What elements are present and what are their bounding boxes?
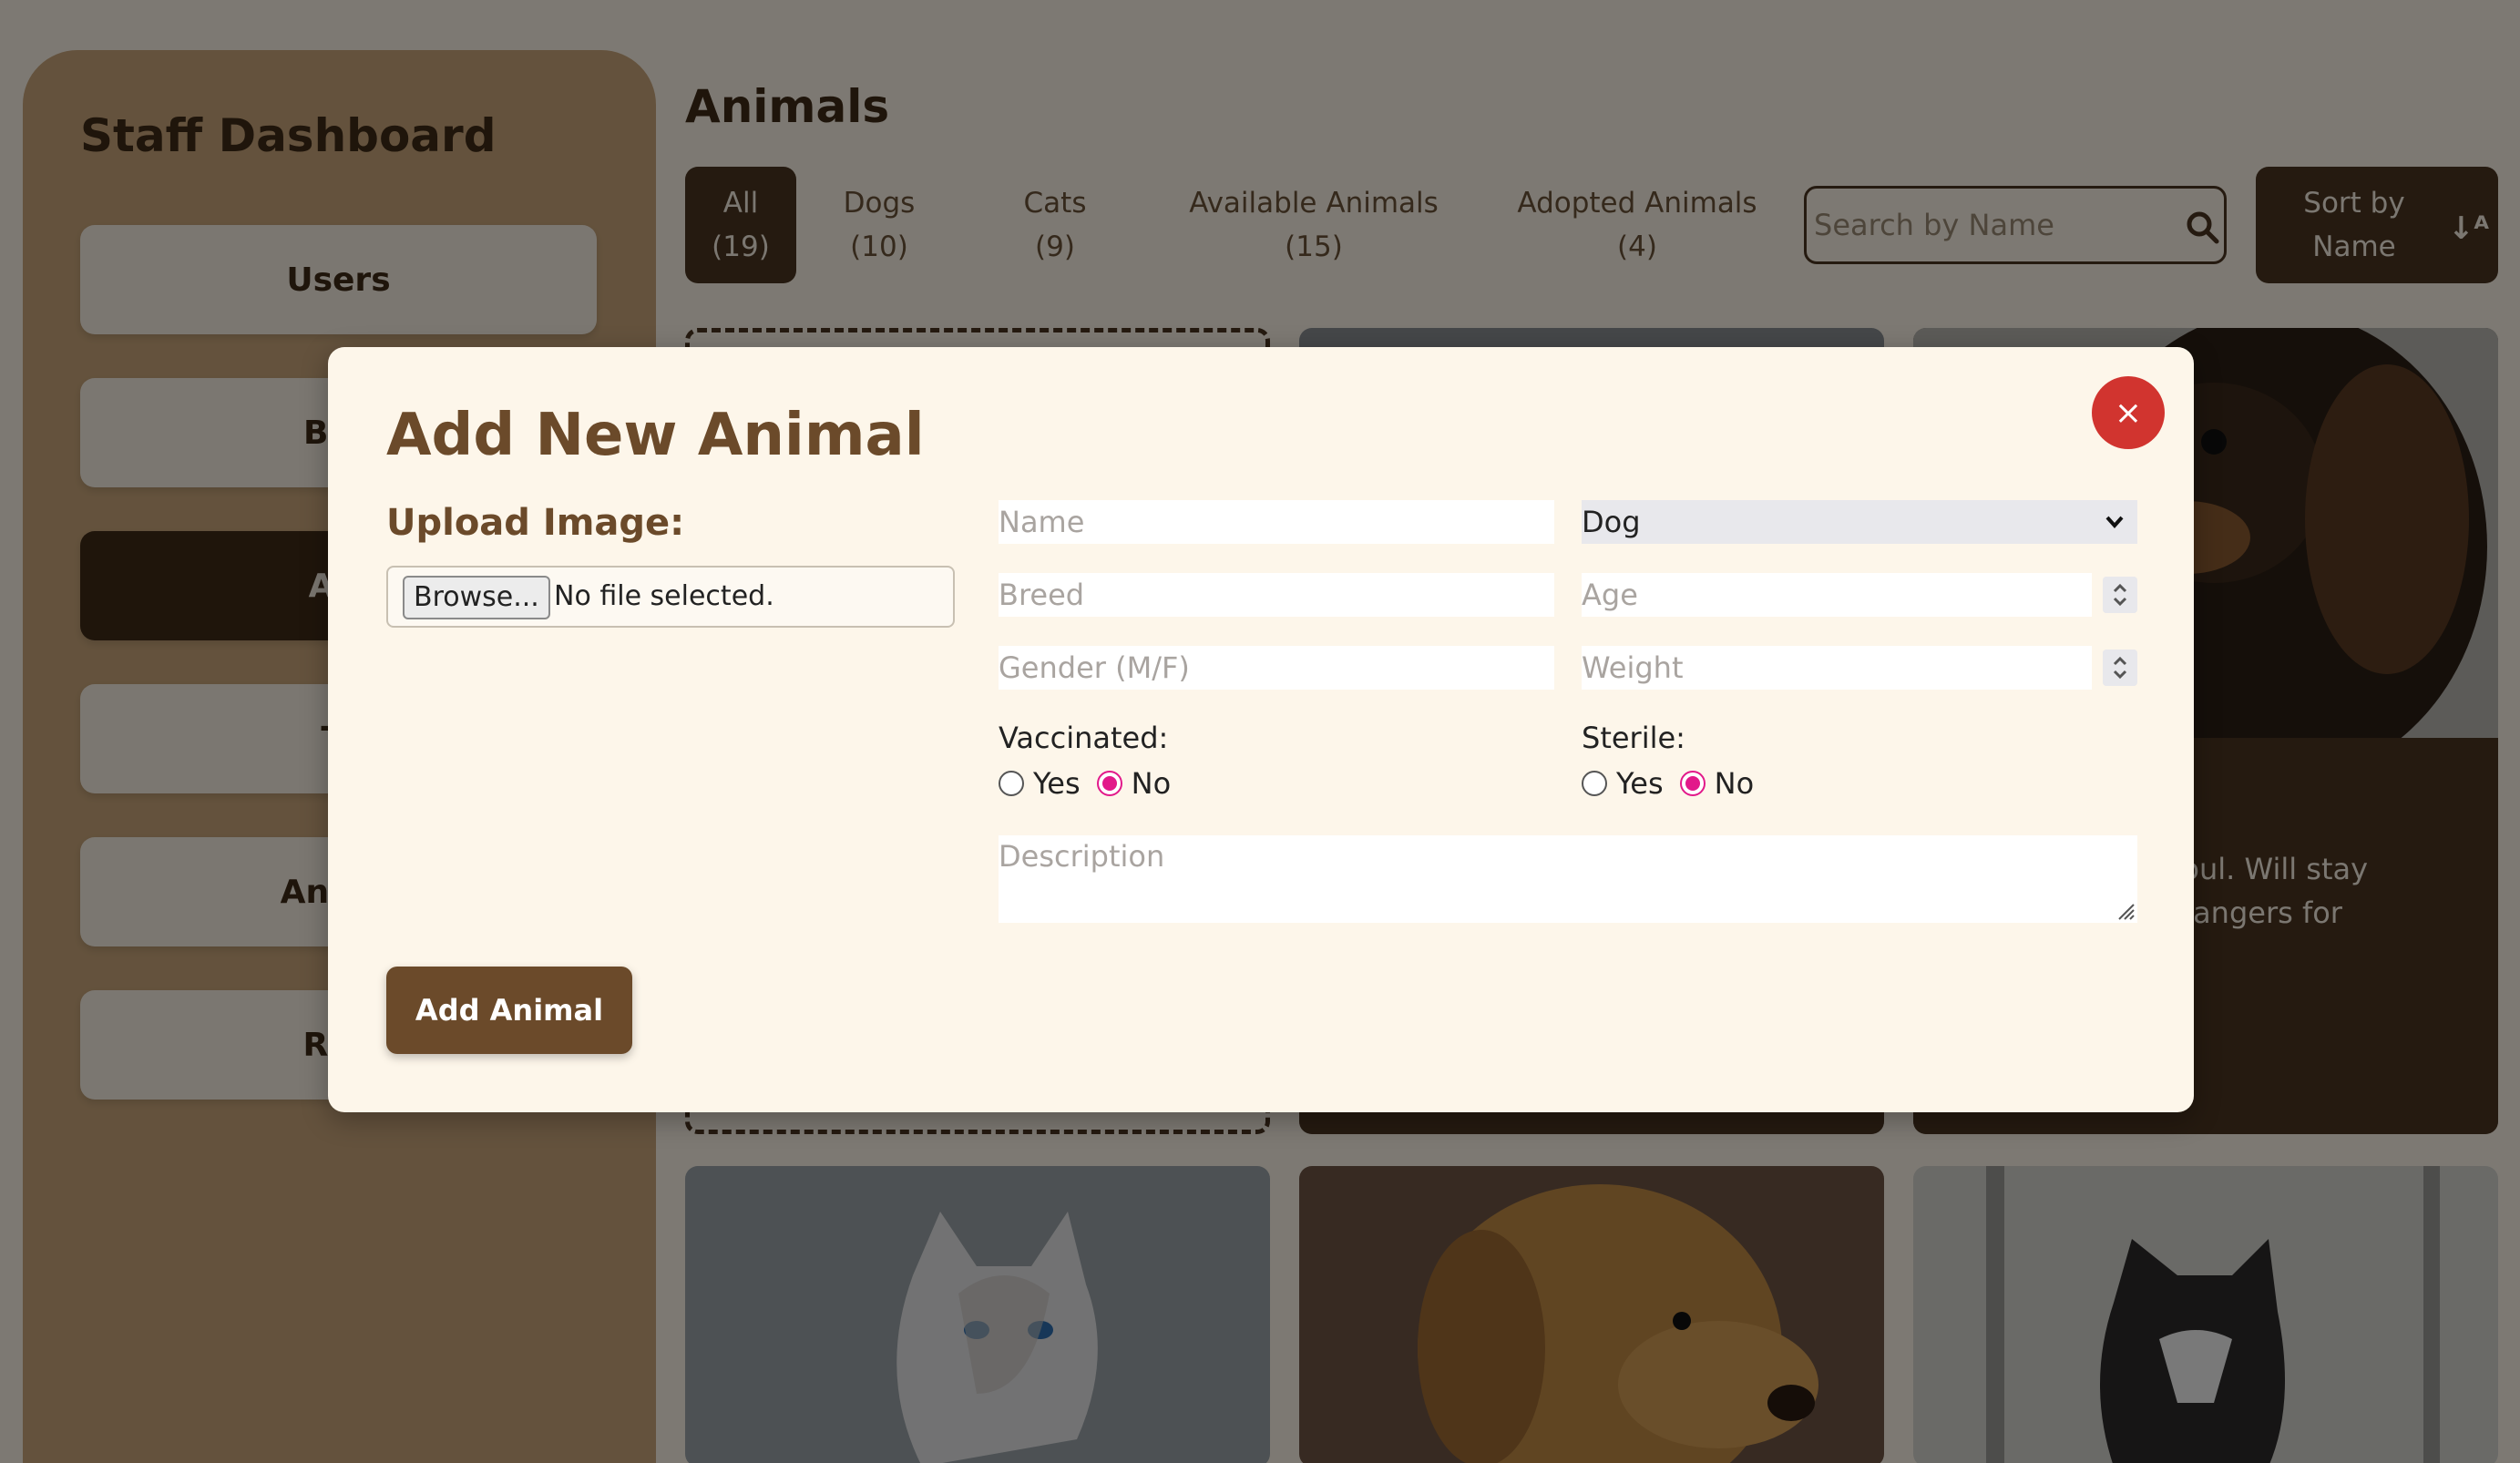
chevron-down-icon — [2105, 516, 2124, 529]
radio-label: No — [1131, 766, 1172, 801]
close-icon: × — [2114, 394, 2143, 432]
sterile-label: Sterile: — [1582, 721, 1685, 755]
add-animal-modal: Add New Animal × Upload Image: Browse...… — [328, 347, 2194, 1112]
weight-field[interactable] — [1582, 646, 2092, 690]
vaccinated-no-option[interactable]: No — [1096, 766, 1172, 801]
upload-image-label: Upload Image: — [386, 502, 685, 544]
vaccinated-label: Vaccinated: — [999, 721, 1169, 755]
radio-label: Yes — [1033, 766, 1081, 801]
breed-field[interactable] — [999, 573, 1554, 617]
file-status: No file selected. — [554, 580, 774, 612]
gender-field[interactable] — [999, 646, 1554, 690]
name-field[interactable] — [999, 500, 1554, 544]
close-button[interactable]: × — [2092, 376, 2165, 449]
radio-label: Yes — [1616, 766, 1664, 801]
radio-checked-icon[interactable] — [1679, 771, 1706, 796]
resize-handle-icon[interactable] — [2115, 901, 2136, 921]
radio-checked-icon[interactable] — [1096, 771, 1122, 796]
weight-field-wrapper — [1582, 646, 2137, 690]
add-animal-button[interactable]: Add Animal — [386, 967, 632, 1054]
number-spinner-icon[interactable] — [2103, 577, 2137, 613]
modal-title: Add New Animal — [386, 402, 925, 469]
age-field[interactable] — [1582, 573, 2092, 617]
radio-icon[interactable] — [1582, 771, 1607, 796]
radio-icon[interactable] — [999, 771, 1024, 796]
browse-button[interactable]: Browse... — [403, 576, 550, 619]
file-input[interactable]: Browse... No file selected. — [386, 566, 955, 628]
species-select[interactable]: Dog — [1582, 500, 2137, 544]
species-value: Dog — [1582, 505, 1641, 539]
vaccinated-yes-option[interactable]: Yes — [999, 766, 1081, 801]
sterile-no-option[interactable]: No — [1679, 766, 1755, 801]
vaccinated-radio-group: Yes No — [999, 766, 1187, 801]
number-spinner-icon[interactable] — [2103, 650, 2137, 686]
description-field[interactable] — [999, 835, 2137, 923]
sterile-yes-option[interactable]: Yes — [1582, 766, 1664, 801]
radio-label: No — [1714, 766, 1755, 801]
age-field-wrapper — [1582, 573, 2137, 617]
sterile-radio-group: Yes No — [1582, 766, 1770, 801]
